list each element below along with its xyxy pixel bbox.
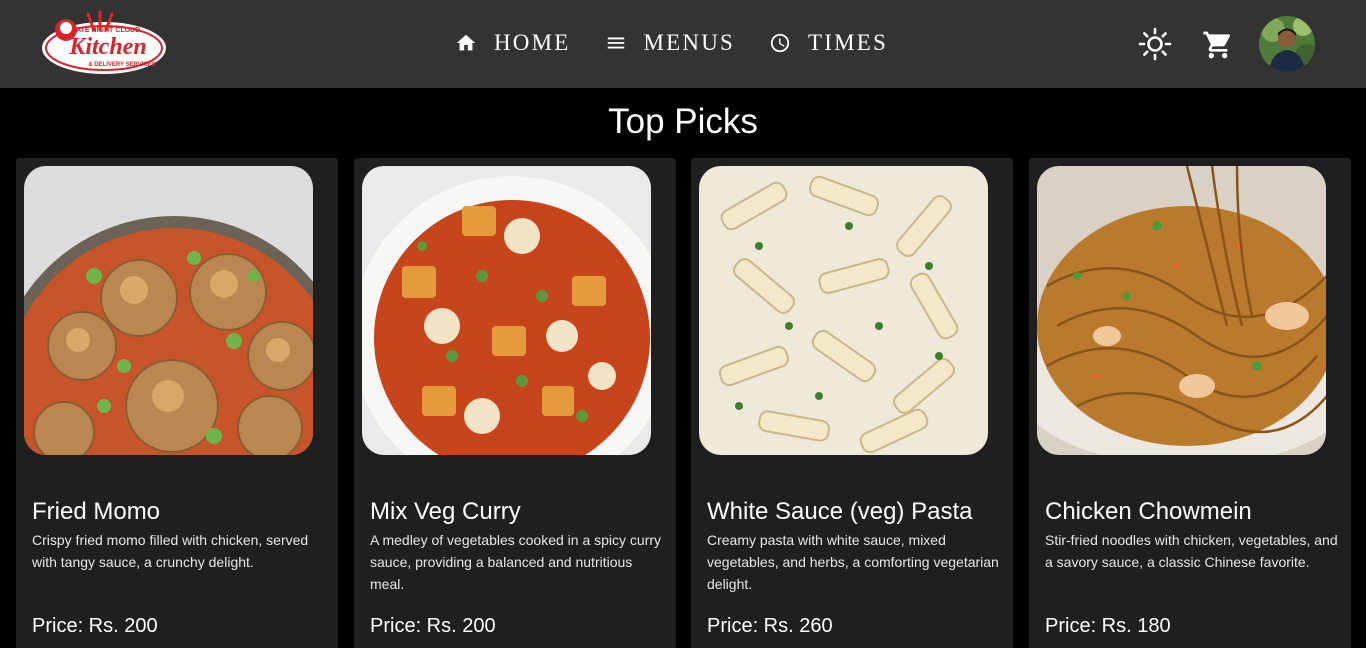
food-image-mix-veg-curry — [362, 166, 651, 455]
svg-text:& DELIVERY SERVICES: & DELIVERY SERVICES — [88, 62, 156, 68]
food-card[interactable]: Fried Momo Crispy fried momo filled with… — [16, 158, 338, 648]
food-card[interactable]: White Sauce (veg) Pasta Creamy pasta wit… — [691, 158, 1013, 648]
theme-toggle-button[interactable] — [1138, 27, 1172, 61]
navbar: LATE NIGHT CLOUD Kitchen & DELIVERY SERV… — [0, 0, 1366, 88]
nav-menus[interactable]: MENUS — [605, 30, 736, 56]
cart-icon — [1203, 31, 1231, 59]
nav-times-label: TIMES — [808, 30, 889, 55]
nav-home[interactable]: HOME — [455, 30, 571, 56]
food-price: Price: Rs. 200 — [32, 615, 158, 637]
home-icon — [456, 34, 476, 51]
svg-text:LATE NIGHT CLOUD: LATE NIGHT CLOUD — [72, 27, 140, 34]
nav-times[interactable]: TIMES — [769, 30, 888, 56]
food-description: Creamy pasta with white sauce, mixed veg… — [707, 532, 999, 592]
section-title: Top Picks — [608, 102, 758, 141]
svg-text:Kitchen: Kitchen — [68, 34, 146, 60]
food-card[interactable]: Chicken Chowmein Stir-fried noodles with… — [1029, 158, 1351, 648]
nav-home-label: HOME — [494, 30, 571, 55]
food-description: Stir-fried noodles with chicken, vegetab… — [1045, 532, 1338, 570]
avatar[interactable] — [1259, 16, 1315, 72]
sun-icon — [1138, 27, 1172, 61]
food-name: Mix Veg Curry — [370, 498, 521, 525]
food-card[interactable]: Mix Veg Curry A medley of vegetables coo… — [354, 158, 676, 648]
food-description: A medley of vegetables cooked in a spicy… — [370, 532, 662, 592]
food-price: Price: Rs. 200 — [370, 615, 496, 637]
food-name: Fried Momo — [32, 498, 161, 525]
menu-icon — [607, 37, 624, 49]
brand-logo[interactable]: LATE NIGHT CLOUD Kitchen & DELIVERY SERV… — [38, 8, 170, 80]
clock-icon — [770, 33, 790, 53]
food-name: Chicken Chowmein — [1045, 498, 1252, 525]
food-name: White Sauce (veg) Pasta — [707, 498, 973, 525]
food-price: Price: Rs. 180 — [1045, 615, 1171, 637]
food-price: Price: Rs. 260 — [707, 615, 833, 637]
cart-button[interactable] — [1202, 29, 1234, 61]
nav-menus-label: MENUS — [643, 30, 736, 55]
nav-links: HOME MENUS TIMES — [455, 30, 922, 56]
food-image-white-sauce-pasta — [699, 166, 988, 455]
food-image-fried-momo — [24, 166, 313, 455]
food-description: Crispy fried momo filled with chicken, s… — [32, 532, 309, 570]
food-image-chicken-chowmein — [1037, 166, 1326, 455]
